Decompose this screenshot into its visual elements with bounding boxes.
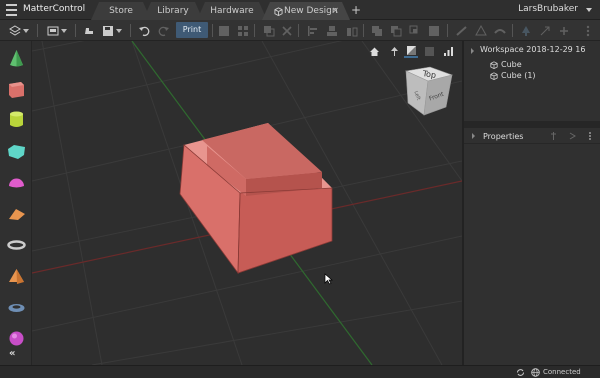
- toolbar-divider: [512, 24, 513, 37]
- pin-icon[interactable]: [550, 132, 557, 140]
- properties-title: Properties: [483, 132, 524, 141]
- wedge-ramp-icon[interactable]: [6, 203, 27, 224]
- cylinder-icon[interactable]: [6, 109, 27, 130]
- tab-hardware-label: Hardware: [210, 6, 254, 16]
- cube-icon: [490, 72, 498, 80]
- signal-bars-icon[interactable]: [441, 44, 455, 58]
- status-bar: Connected: [0, 365, 600, 378]
- add-icon[interactable]: [557, 24, 570, 37]
- panel-splitter[interactable]: [464, 121, 600, 128]
- tab-new-design-label: New Design: [284, 6, 338, 16]
- workspace-tree: Workspace 2018-12-29 16 Cube Cube (1): [464, 41, 600, 121]
- properties-panel: Properties: [464, 128, 600, 365]
- home-icon[interactable]: [367, 44, 381, 58]
- tab-store[interactable]: Store: [91, 2, 151, 20]
- tab-hardware[interactable]: Hardware: [197, 2, 267, 20]
- user-menu-caret-icon[interactable]: [586, 8, 592, 12]
- expand-arrow-icon[interactable]: [472, 133, 475, 139]
- toolbar-divider: [212, 24, 213, 37]
- copy-icon[interactable]: [262, 24, 275, 37]
- toolbar-divider: [130, 24, 131, 37]
- toolbar-divider: [447, 24, 448, 37]
- 3d-viewport[interactable]: Top Left Front: [32, 41, 462, 365]
- toolbar-divider: [298, 24, 299, 37]
- half-sphere-icon[interactable]: [6, 172, 27, 193]
- collapse-arrow-icon[interactable]: [569, 132, 576, 140]
- mirror-icon[interactable]: [345, 24, 358, 37]
- rotate-view-icon[interactable]: [387, 44, 401, 58]
- tab-library-label: Library: [157, 6, 189, 16]
- bed-icon[interactable]: [46, 24, 59, 37]
- toolbar-divider: [37, 24, 38, 37]
- app-title: MatterControl: [23, 4, 86, 14]
- subtract-icon[interactable]: [389, 24, 402, 37]
- title-bar: MatterControl Store Library Hardware New…: [0, 0, 600, 20]
- toolbar-divider: [254, 24, 255, 37]
- view-mode-shaded-icon[interactable]: [404, 44, 418, 58]
- chevron-down-icon[interactable]: [115, 24, 123, 37]
- curve-icon[interactable]: [455, 24, 468, 37]
- slice-icon[interactable]: [82, 24, 95, 37]
- scene-canvas[interactable]: [32, 41, 462, 365]
- undo-icon[interactable]: [137, 24, 150, 37]
- primitives-toolbar: «: [0, 41, 32, 365]
- view-cube[interactable]: Top Left Front: [400, 63, 458, 121]
- app-window: MatterControl Store Library Hardware New…: [0, 0, 600, 378]
- right-panel: Workspace 2018-12-29 16 Cube Cube (1) Pr…: [462, 41, 600, 365]
- tab-new-design[interactable]: New Design ×: [262, 2, 350, 20]
- delete-icon[interactable]: [280, 24, 293, 37]
- ungroup-icon[interactable]: [236, 24, 249, 37]
- workspace-title[interactable]: Workspace 2018-12-29 16: [480, 45, 585, 54]
- tab-store-label: Store: [109, 6, 133, 16]
- more-options-icon[interactable]: [581, 24, 594, 37]
- cube-tool-icon[interactable]: [6, 79, 27, 100]
- toolbar-divider: [75, 24, 76, 37]
- tab-library[interactable]: Library: [143, 2, 203, 20]
- cube-icon: [274, 7, 283, 16]
- tree-item-cube[interactable]: Cube: [501, 60, 522, 69]
- pinch-icon[interactable]: [493, 24, 506, 37]
- redo-icon[interactable]: [157, 24, 170, 37]
- chevron-down-icon[interactable]: [22, 24, 30, 37]
- more-options-icon[interactable]: [588, 131, 592, 141]
- scale-icon[interactable]: [538, 24, 551, 37]
- cube-icon: [490, 61, 498, 69]
- expand-arrow-icon[interactable]: [471, 48, 474, 54]
- torus-icon[interactable]: [6, 234, 27, 255]
- pyramid-icon[interactable]: [6, 266, 27, 287]
- chevron-down-icon[interactable]: [60, 24, 68, 37]
- cone-icon[interactable]: [6, 48, 27, 69]
- close-tab-icon[interactable]: ×: [331, 2, 339, 21]
- collapse-toolbar-icon[interactable]: «: [9, 348, 15, 359]
- align-icon[interactable]: [306, 24, 319, 37]
- hamburger-menu-icon[interactable]: [6, 4, 17, 16]
- sphere-icon[interactable]: [6, 328, 27, 349]
- view-mode-wireframe-icon[interactable]: [422, 44, 436, 58]
- sync-icon[interactable]: [516, 368, 525, 377]
- fit-to-bounds-icon[interactable]: [474, 24, 487, 37]
- ring-icon[interactable]: [6, 297, 27, 318]
- wedge-icon[interactable]: [6, 141, 27, 162]
- user-name[interactable]: LarsBrubaker: [518, 4, 578, 14]
- intersect-icon[interactable]: [408, 24, 421, 37]
- mouse-cursor-icon: [324, 273, 333, 285]
- group-icon[interactable]: [217, 24, 230, 37]
- subtract-replace-icon[interactable]: [427, 24, 440, 37]
- globe-icon: [531, 368, 540, 377]
- properties-header: Properties: [464, 128, 600, 144]
- tree-item-cube-1[interactable]: Cube (1): [501, 71, 536, 80]
- combine-icon[interactable]: [370, 24, 383, 37]
- view-options-icon[interactable]: [8, 24, 21, 37]
- save-icon[interactable]: [101, 24, 114, 37]
- print-button[interactable]: Print: [176, 22, 208, 38]
- add-tab-button[interactable]: +: [351, 3, 361, 17]
- lay-flat-icon[interactable]: [325, 24, 338, 37]
- toolbar-divider: [363, 24, 364, 37]
- toolbar: Print: [0, 20, 600, 41]
- connection-status: Connected: [543, 368, 581, 376]
- support-icon[interactable]: [519, 24, 532, 37]
